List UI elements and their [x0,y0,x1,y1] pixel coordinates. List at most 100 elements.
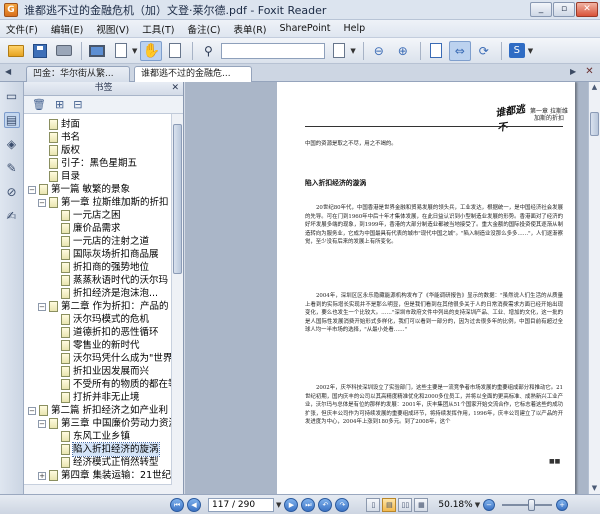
menu-file[interactable]: 文件(F) [6,22,38,36]
expand-bookmark-icon[interactable]: ⊞ [55,98,64,111]
bookmarks-panel-icon[interactable]: ▤ [3,112,20,128]
bookmark-item[interactable]: 折扣商的强势地位 [50,261,149,274]
zoom-in-button[interactable]: ⊕ [392,41,414,61]
dropdown-arrow-icon[interactable]: ▼ [132,47,137,55]
close-button[interactable]: ✕ [576,2,598,17]
scroll-down-icon[interactable]: ▼ [589,483,600,494]
page-number-input[interactable]: 117 / 290 [208,497,274,512]
search-input[interactable] [221,42,326,59]
hand-tool-button[interactable]: ✋ [140,40,163,61]
bookmark-item[interactable]: 引子：黑色星期五 [38,157,137,170]
tab-document-1[interactable]: 凹金：华尔街从繁... [26,66,130,82]
bookmark-item[interactable]: − 第二篇 折扣经济之如产业利 [28,404,168,417]
single-page-view-button[interactable]: ▯ [366,497,381,512]
continuous-facing-view-button[interactable]: ▦ [414,497,429,512]
collapse-node-icon[interactable]: − [38,302,46,311]
select-text-button[interactable] [164,41,186,61]
tab-scroll-left-icon[interactable]: ◀ [5,67,11,76]
first-page-button[interactable]: ⏮ [170,497,184,512]
bookmark-item[interactable]: 蒸蒸秋语时代的沃尔玛 [50,274,168,287]
bookmark-item[interactable]: 国际灰场折扣商品展 [50,248,159,261]
bookmark-item[interactable]: 道德折扣的恶性循环 [50,326,159,339]
collapse-node-icon[interactable]: − [28,185,36,194]
menu-forms[interactable]: 表单(R) [234,22,267,36]
go-forward-button[interactable]: ↷ [335,497,350,512]
find-button[interactable]: ⚲ [197,41,219,61]
delete-bookmark-icon[interactable]: 🗑 [32,98,46,111]
dropdown-arrow-icon[interactable]: ▼ [350,47,355,55]
zoom-out-small-button[interactable]: − [483,498,496,511]
previous-page-button[interactable]: ◀ [187,497,201,512]
page-button[interactable] [110,41,132,61]
maximize-button[interactable]: ▫ [553,2,575,17]
bookmark-item[interactable]: 零售业的新时代 [50,339,140,352]
minimize-button[interactable]: _ [530,2,552,17]
zoom-in-small-button[interactable]: + [556,498,569,511]
pages-panel-icon[interactable]: ▭ [4,88,20,104]
fullscreen-button[interactable] [86,41,108,61]
bookmarks-scrollbar[interactable] [171,114,183,494]
signatures-panel-icon[interactable]: ✍ [4,208,20,224]
bookmark-item[interactable]: − 第一篇 敏繁的景象 [28,183,130,196]
expand-node-icon[interactable]: + [38,471,46,480]
layers-panel-icon[interactable]: ◈ [4,136,20,152]
bookmark-item[interactable]: 沃尔玛凭什么成为"世界 [50,352,172,365]
zoom-slider-knob[interactable] [528,498,536,511]
bookmarks-horizontal-scrollbar[interactable] [24,484,172,494]
scrollbar-thumb[interactable] [590,112,599,136]
close-tab-icon[interactable]: ✕ [583,66,596,79]
print-button[interactable] [53,41,75,61]
scrollbar-thumb[interactable] [173,124,182,274]
dropdown-arrow-icon[interactable]: ▼ [528,47,533,55]
document-view[interactable]: 谁都逃不 第一章 拉斯维加斯的折扣 中国的资源是取之不尽，用之不竭的。 陷入折扣… [185,82,588,494]
bookmark-item[interactable]: 经济模式正悄然转型 [50,456,159,469]
bookmark-item[interactable]: 沃尔玛模式的危机 [50,313,149,326]
bookmark-item[interactable]: 不受所有的物质的都在等 [50,378,172,391]
bookmark-item[interactable]: 折扣业因发展而兴 [50,365,149,378]
tab-scroll-right-icon[interactable]: ▶ [570,67,576,76]
open-button[interactable] [5,41,27,61]
bookmark-item[interactable]: 目录 [38,170,80,183]
bookmark-item[interactable]: 折扣经济是泡沫泡... [50,287,158,300]
bookmark-item[interactable]: 一元店的注射之道 [50,235,149,248]
zoom-dropdown-arrow-icon[interactable]: ▼ [475,501,480,509]
menu-edit[interactable]: 编辑(E) [51,22,83,36]
collapse-bookmark-icon[interactable]: ⊟ [73,98,82,111]
document-scrollbar[interactable]: ▲ ▼ [588,82,600,494]
menu-sharepoint[interactable]: SharePoint [280,23,331,34]
collapse-node-icon[interactable]: − [28,406,36,415]
next-page-button[interactable]: ▶ [284,497,299,512]
bookmark-item[interactable]: + 第四章 集装运输：21世纪 [38,469,171,482]
bookmark-item[interactable]: 廉价品需求 [50,222,121,235]
menu-comments[interactable]: 备注(C) [187,22,220,36]
collapse-node-icon[interactable]: − [38,198,46,207]
rotate-button[interactable]: ⟳ [473,41,495,61]
attachments-panel-icon[interactable]: ⊘ [4,184,20,200]
tab-document-2[interactable]: 谁都逃不过的金融危... [134,66,252,82]
sharepoint-button[interactable]: S [506,41,528,61]
bookmark-item[interactable]: 一元店之困 [50,209,121,222]
fit-page-button[interactable] [425,41,447,61]
menu-help[interactable]: Help [344,23,366,34]
bookmark-item[interactable]: 陷入折扣经济的旋涡 [50,442,160,457]
fit-width-button[interactable]: ⇔ [448,40,471,61]
scroll-up-icon[interactable]: ▲ [589,82,600,93]
bookmark-item[interactable]: 封面 [38,118,80,131]
page-dropdown-arrow-icon[interactable]: ▼ [276,501,281,509]
bookmark-item[interactable]: − 第三章 中国廉价劳动力资源 [38,417,172,430]
menu-tools[interactable]: 工具(T) [142,22,174,36]
bookmark-item[interactable]: 书名 [38,131,80,144]
facing-view-button[interactable]: ▯▯ [398,497,413,512]
collapse-node-icon[interactable]: − [38,419,46,428]
go-back-button[interactable]: ↶ [318,497,333,512]
bookmark-item[interactable]: − 第一章 拉斯维加斯的折扣 [38,196,169,209]
comments-panel-icon[interactable]: ✎ [4,160,20,176]
save-button[interactable] [29,41,51,61]
search-go-button[interactable] [328,41,350,61]
bookmark-item[interactable]: − 第二章 作为折扣：产品的 [38,300,169,313]
menu-view[interactable]: 视图(V) [96,22,129,36]
bookmark-item[interactable]: 版权 [38,144,80,157]
zoom-slider[interactable] [502,498,553,512]
bookmark-item[interactable]: 打折并非无止境 [50,391,140,404]
zoom-out-button[interactable]: ⊖ [368,41,390,61]
